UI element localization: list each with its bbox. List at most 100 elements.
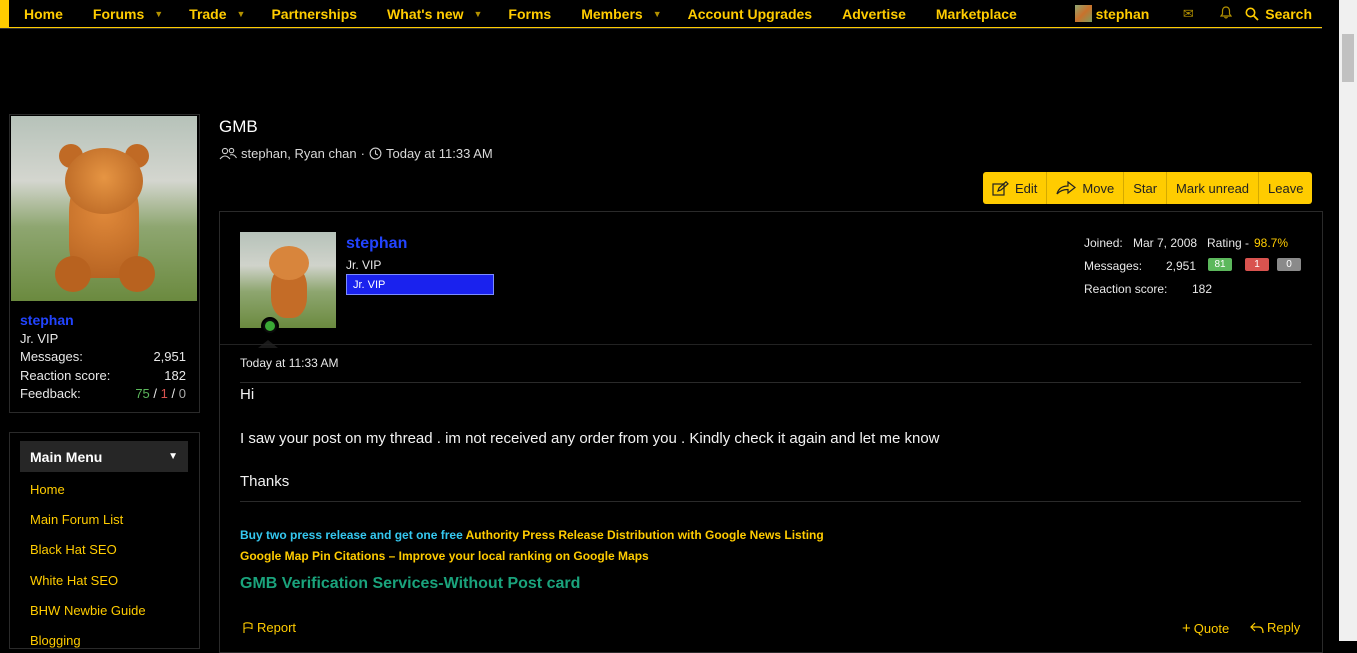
feedback-positive-pill[interactable]: 81 <box>1208 258 1232 271</box>
quote-label: Quote <box>1193 621 1230 636</box>
sidebar-main-menu: Main Menu ▼ Home Main Forum List Black H… <box>9 432 200 649</box>
report-label: Report <box>257 620 297 635</box>
post-text-line: Hi <box>240 386 255 403</box>
nav-forms[interactable]: Forms <box>493 6 566 22</box>
reaction-label: Reaction score: <box>1084 282 1168 296</box>
sidebar-reaction-row: Reaction score: 182 <box>20 368 186 383</box>
nav-home-label: Home <box>24 5 63 22</box>
feedback-neutral-pill[interactable]: 0 <box>1277 258 1301 271</box>
signature-link-map-citations[interactable]: Google Map Pin Citations – Improve your … <box>240 549 649 563</box>
nav-advertise[interactable]: Advertise <box>827 6 921 22</box>
nav-members[interactable]: Members ▼ <box>566 6 672 22</box>
navbar-inner: Home Forums ▼ Trade ▼ Partnerships What's … <box>9 0 1322 27</box>
menu-item-main-forum-list[interactable]: Main Forum List <box>30 512 123 527</box>
nav-members-label: Members <box>581 5 643 22</box>
joined-value: Mar 7, 2008 <box>1133 236 1198 250</box>
search-icon <box>1245 7 1259 21</box>
feedback-value[interactable]: 75 / 1 / 0 <box>135 386 186 401</box>
move-button[interactable]: Move <box>1047 172 1125 204</box>
chevron-down-icon[interactable]: ▼ <box>653 9 662 19</box>
nav-whats-new-label: What's new <box>387 5 464 22</box>
quote-link[interactable]: + Quote <box>1182 620 1229 637</box>
messages-value[interactable]: 2,951 <box>153 349 186 364</box>
sidebar-messages-row: Messages: 2,951 <box>20 349 186 364</box>
menu-item-home[interactable]: Home <box>30 482 65 497</box>
envelope-icon[interactable]: ✉ <box>1169 6 1207 22</box>
chevron-down-icon[interactable]: ▼ <box>474 9 483 19</box>
post-username[interactable]: stephan <box>346 235 407 253</box>
menu-item-white-hat-seo[interactable]: White Hat SEO <box>30 573 118 588</box>
reply-link[interactable]: Reply <box>1250 620 1300 635</box>
menu-item-black-hat-seo[interactable]: Black Hat SEO <box>30 542 117 557</box>
rating-value: 98.7% <box>1254 236 1289 250</box>
share-arrow-icon <box>1056 181 1077 195</box>
nav-account-upgrades[interactable]: Account Upgrades <box>673 6 827 22</box>
avatar[interactable] <box>11 116 197 301</box>
avatar[interactable] <box>240 232 336 328</box>
joined-label: Joined: <box>1084 236 1123 250</box>
reply-label: Reply <box>1267 620 1301 635</box>
nav-whats-new[interactable]: What's new ▼ <box>372 6 493 22</box>
nav-partnerships[interactable]: Partnerships <box>256 6 372 22</box>
signature-link-press-release[interactable]: Authority Press Release Distribution wit… <box>466 528 824 542</box>
nav-trade[interactable]: Trade ▼ <box>174 6 256 22</box>
feedback-separator: / <box>153 386 158 401</box>
messages-value[interactable]: 2,951 <box>1166 259 1196 273</box>
flag-icon <box>243 621 253 633</box>
thread-actions: Edit Move Star Mark unread Leave <box>983 172 1313 204</box>
star-button[interactable]: Star <box>1124 172 1168 204</box>
mark-unread-button[interactable]: Mark unread <box>1167 172 1260 204</box>
leave-label: Leave <box>1268 180 1304 196</box>
report-link[interactable]: Report <box>242 620 296 635</box>
thread-participants[interactable]: stephan, Ryan chan <box>241 146 357 161</box>
mark-unread-label: Mark unread <box>1176 180 1250 196</box>
rating-label: Rating - <box>1207 236 1250 250</box>
reply-icon <box>1250 622 1264 633</box>
nav-trade-label: Trade <box>189 5 227 22</box>
main-menu-header[interactable]: Main Menu ▼ <box>20 441 188 472</box>
menu-item-newbie-guide[interactable]: BHW Newbie Guide <box>30 603 146 618</box>
feedback-negative-pill[interactable]: 1 <box>1245 258 1269 271</box>
signature-link-press-offer[interactable]: Buy two press release and get one free <box>240 528 463 542</box>
nav-marketplace-label: Marketplace <box>935 5 1017 22</box>
nav-advertise-label: Advertise <box>842 5 906 22</box>
user-banner: Jr. VIP <box>346 274 494 295</box>
nav-account-upgrades-label: Account Upgrades <box>687 5 813 22</box>
leave-button[interactable]: Leave <box>1259 172 1312 204</box>
divider <box>220 344 1312 345</box>
search-button[interactable]: Search <box>1245 6 1312 22</box>
main-menu-title: Main Menu <box>30 448 103 465</box>
nav-forums-label: Forums <box>92 5 145 22</box>
edit-button[interactable]: Edit <box>983 172 1048 204</box>
clock-icon <box>369 147 382 160</box>
chevron-down-icon[interactable]: ▼ <box>154 9 163 19</box>
signature-line-1: Buy two press release and get one free A… <box>240 528 824 542</box>
avatar <box>1074 5 1092 22</box>
nav-home[interactable]: Home <box>9 6 78 22</box>
messages-label: Messages: <box>1084 259 1143 273</box>
nav-forums[interactable]: Forums ▼ <box>78 6 174 22</box>
signature-divider <box>240 501 1301 502</box>
post-text-line: I saw your post on my thread . im not re… <box>240 430 940 447</box>
reaction-label: Reaction score: <box>20 368 111 383</box>
feedback-separator: / <box>171 386 176 401</box>
feedback-positive: 75 <box>135 386 150 401</box>
bell-icon[interactable] <box>1207 5 1245 22</box>
message-post: stephan Jr. VIP Jr. VIP Joined: Mar 7, 2… <box>219 211 1323 653</box>
top-navbar: Home Forums ▼ Trade ▼ Partnerships What's … <box>0 0 1322 29</box>
nav-marketplace[interactable]: Marketplace <box>921 6 1032 22</box>
thread-time[interactable]: Today at 11:33 AM <box>386 146 493 161</box>
online-status-icon <box>261 317 279 335</box>
page-title: GMB <box>219 117 258 136</box>
nav-user-link[interactable]: stephan <box>1074 5 1149 22</box>
scrollbar-thumb[interactable] <box>1342 34 1354 82</box>
chevron-down-icon[interactable]: ▼ <box>237 9 246 19</box>
sidebar-username[interactable]: stephan <box>20 312 74 328</box>
post-timestamp[interactable]: Today at 11:33 AM <box>240 356 339 370</box>
nav-partnerships-label: Partnerships <box>271 5 358 22</box>
page-scrollbar[interactable] <box>1339 0 1357 641</box>
signature-link-gmb-verification[interactable]: GMB Verification Services-Without Post c… <box>240 575 580 593</box>
edit-icon <box>992 180 1009 196</box>
sidebar-feedback-row: Feedback: 75 / 1 / 0 <box>20 386 186 401</box>
feedback-neutral: 0 <box>178 386 186 401</box>
